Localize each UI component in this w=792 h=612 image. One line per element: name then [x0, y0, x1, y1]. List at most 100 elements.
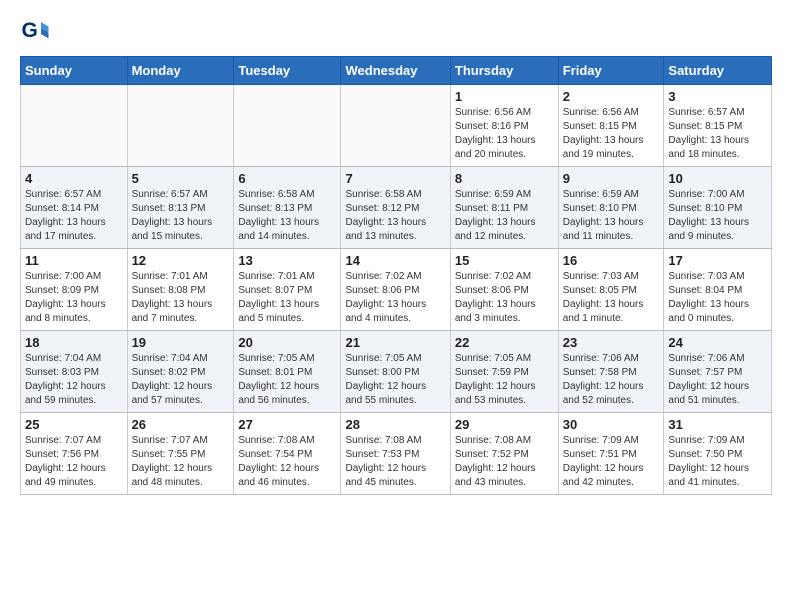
calendar-cell [341, 85, 450, 167]
day-info: Sunrise: 7:06 AM Sunset: 7:58 PM Dayligh… [563, 352, 660, 408]
calendar-cell: 8 Sunrise: 6:59 AM Sunset: 8:11 PM Daylig… [450, 167, 558, 249]
calendar-cell: 12Sunrise: 7:01 AM Sunset: 8:08 PM Dayli… [127, 249, 234, 331]
header-sunday: Sunday [21, 57, 128, 85]
calendar-cell: 25 Sunrise: 7:07 AM Sunset: 7:56 PM Dayli… [21, 413, 128, 495]
day-info: Sunrise: 7:00 AM Sunset: 8:10 PM Dayligh… [668, 188, 767, 244]
day-number: 22 [455, 335, 554, 350]
day-number: 31 [668, 417, 767, 432]
day-number: 13 [238, 253, 336, 268]
calendar-cell: 20 Sunrise: 7:05 AM Sunset: 8:01 PM Dayli… [234, 331, 341, 413]
header-saturday: Saturday [664, 57, 772, 85]
day-number: 30 [563, 417, 660, 432]
day-number: 10 [668, 171, 767, 186]
day-info: Sunrise: 7:01 AM Sunset: 8:07 PM Dayligh… [238, 270, 336, 326]
calendar-week-3: 11 Sunrise: 7:00 AM Sunset: 8:09 PM Dayli… [21, 249, 772, 331]
calendar-cell: 11 Sunrise: 7:00 AM Sunset: 8:09 PM Dayli… [21, 249, 128, 331]
day-number: 12 [132, 253, 230, 268]
calendar-cell: 13 Sunrise: 7:01 AM Sunset: 8:07 PM Dayli… [234, 249, 341, 331]
calendar-cell [234, 85, 341, 167]
day-number: 6 [238, 171, 336, 186]
day-info: Sunrise: 7:08 AM Sunset: 7:52 PM Dayligh… [455, 434, 554, 490]
calendar-table: SundayMondayTuesdayWednesdayThursdayFrid… [20, 56, 772, 495]
day-info: Sunrise: 7:07 AM Sunset: 7:56 PM Dayligh… [25, 434, 123, 490]
day-number: 3 [668, 89, 767, 104]
calendar-cell: 18Sunrise: 7:04 AM Sunset: 8:03 PM Dayli… [21, 331, 128, 413]
calendar-cell: 14 Sunrise: 7:02 AM Sunset: 8:06 PM Dayli… [341, 249, 450, 331]
header-tuesday: Tuesday [234, 57, 341, 85]
day-number: 29 [455, 417, 554, 432]
calendar-cell: 2 Sunrise: 6:56 AM Sunset: 8:15 PM Daylig… [558, 85, 664, 167]
day-number: 8 [455, 171, 554, 186]
day-info: Sunrise: 7:09 AM Sunset: 7:50 PM Dayligh… [668, 434, 767, 490]
calendar-cell: 5Sunrise: 6:57 AM Sunset: 8:13 PM Daylig… [127, 167, 234, 249]
day-info: Sunrise: 7:02 AM Sunset: 8:06 PM Dayligh… [345, 270, 445, 326]
svg-text:G: G [22, 19, 38, 42]
day-info: Sunrise: 7:07 AM Sunset: 7:55 PM Dayligh… [132, 434, 230, 490]
calendar-cell: 24Sunrise: 7:06 AM Sunset: 7:57 PM Dayli… [664, 331, 772, 413]
header-friday: Friday [558, 57, 664, 85]
day-info: Sunrise: 6:57 AM Sunset: 8:13 PM Dayligh… [132, 188, 230, 244]
calendar-cell: 30 Sunrise: 7:09 AM Sunset: 7:51 PM Dayli… [558, 413, 664, 495]
day-number: 26 [132, 417, 230, 432]
day-number: 16 [563, 253, 660, 268]
header-monday: Monday [127, 57, 234, 85]
header-thursday: Thursday [450, 57, 558, 85]
day-info: Sunrise: 7:02 AM Sunset: 8:06 PM Dayligh… [455, 270, 554, 326]
day-number: 2 [563, 89, 660, 104]
day-info: Sunrise: 7:05 AM Sunset: 8:01 PM Dayligh… [238, 352, 336, 408]
day-info: Sunrise: 6:57 AM Sunset: 8:15 PM Dayligh… [668, 106, 767, 162]
page-header: G [20, 16, 772, 46]
day-info: Sunrise: 7:08 AM Sunset: 7:54 PM Dayligh… [238, 434, 336, 490]
calendar-cell: 21 Sunrise: 7:05 AM Sunset: 8:00 PM Dayli… [341, 331, 450, 413]
calendar-cell: 7 Sunrise: 6:58 AM Sunset: 8:12 PM Daylig… [341, 167, 450, 249]
day-info: Sunrise: 7:05 AM Sunset: 7:59 PM Dayligh… [455, 352, 554, 408]
day-number: 14 [345, 253, 445, 268]
calendar-week-1: 1Sunrise: 6:56 AM Sunset: 8:16 PM Daylig… [21, 85, 772, 167]
day-number: 24 [668, 335, 767, 350]
calendar-cell: 16 Sunrise: 7:03 AM Sunset: 8:05 PM Dayli… [558, 249, 664, 331]
day-number: 7 [345, 171, 445, 186]
calendar-cell: 23 Sunrise: 7:06 AM Sunset: 7:58 PM Dayli… [558, 331, 664, 413]
day-info: Sunrise: 7:03 AM Sunset: 8:05 PM Dayligh… [563, 270, 660, 326]
calendar-cell [21, 85, 128, 167]
calendar-cell: 19Sunrise: 7:04 AM Sunset: 8:02 PM Dayli… [127, 331, 234, 413]
day-number: 19 [132, 335, 230, 350]
calendar-cell: 15 Sunrise: 7:02 AM Sunset: 8:06 PM Dayli… [450, 249, 558, 331]
calendar-week-5: 25 Sunrise: 7:07 AM Sunset: 7:56 PM Dayli… [21, 413, 772, 495]
calendar-cell: 1Sunrise: 6:56 AM Sunset: 8:16 PM Daylig… [450, 85, 558, 167]
day-number: 4 [25, 171, 123, 186]
day-info: Sunrise: 6:58 AM Sunset: 8:13 PM Dayligh… [238, 188, 336, 244]
day-info: Sunrise: 7:08 AM Sunset: 7:53 PM Dayligh… [345, 434, 445, 490]
calendar-cell: 31 Sunrise: 7:09 AM Sunset: 7:50 PM Dayli… [664, 413, 772, 495]
calendar-cell: 10 Sunrise: 7:00 AM Sunset: 8:10 PM Dayli… [664, 167, 772, 249]
day-number: 20 [238, 335, 336, 350]
calendar-cell: 28Sunrise: 7:08 AM Sunset: 7:53 PM Dayli… [341, 413, 450, 495]
day-number: 11 [25, 253, 123, 268]
day-number: 15 [455, 253, 554, 268]
day-number: 23 [563, 335, 660, 350]
day-info: Sunrise: 6:58 AM Sunset: 8:12 PM Dayligh… [345, 188, 445, 244]
calendar-cell: 27Sunrise: 7:08 AM Sunset: 7:54 PM Dayli… [234, 413, 341, 495]
day-number: 1 [455, 89, 554, 104]
calendar-cell: 4Sunrise: 6:57 AM Sunset: 8:14 PM Daylig… [21, 167, 128, 249]
day-info: Sunrise: 6:59 AM Sunset: 8:10 PM Dayligh… [563, 188, 660, 244]
calendar-cell: 6 Sunrise: 6:58 AM Sunset: 8:13 PM Daylig… [234, 167, 341, 249]
calendar-cell: 29 Sunrise: 7:08 AM Sunset: 7:52 PM Dayli… [450, 413, 558, 495]
logo: G [20, 16, 54, 46]
day-number: 9 [563, 171, 660, 186]
day-info: Sunrise: 6:56 AM Sunset: 8:15 PM Dayligh… [563, 106, 660, 162]
day-number: 25 [25, 417, 123, 432]
day-info: Sunrise: 7:00 AM Sunset: 8:09 PM Dayligh… [25, 270, 123, 326]
calendar-cell: 26 Sunrise: 7:07 AM Sunset: 7:55 PM Dayli… [127, 413, 234, 495]
calendar-week-4: 18Sunrise: 7:04 AM Sunset: 8:03 PM Dayli… [21, 331, 772, 413]
day-number: 21 [345, 335, 445, 350]
day-info: Sunrise: 6:59 AM Sunset: 8:11 PM Dayligh… [455, 188, 554, 244]
calendar-cell: 22 Sunrise: 7:05 AM Sunset: 7:59 PM Dayli… [450, 331, 558, 413]
header-wednesday: Wednesday [341, 57, 450, 85]
day-info: Sunrise: 7:05 AM Sunset: 8:00 PM Dayligh… [345, 352, 445, 408]
calendar-header-row: SundayMondayTuesdayWednesdayThursdayFrid… [21, 57, 772, 85]
day-info: Sunrise: 7:04 AM Sunset: 8:03 PM Dayligh… [25, 352, 123, 408]
calendar-cell: 17Sunrise: 7:03 AM Sunset: 8:04 PM Dayli… [664, 249, 772, 331]
day-number: 17 [668, 253, 767, 268]
day-info: Sunrise: 7:09 AM Sunset: 7:51 PM Dayligh… [563, 434, 660, 490]
